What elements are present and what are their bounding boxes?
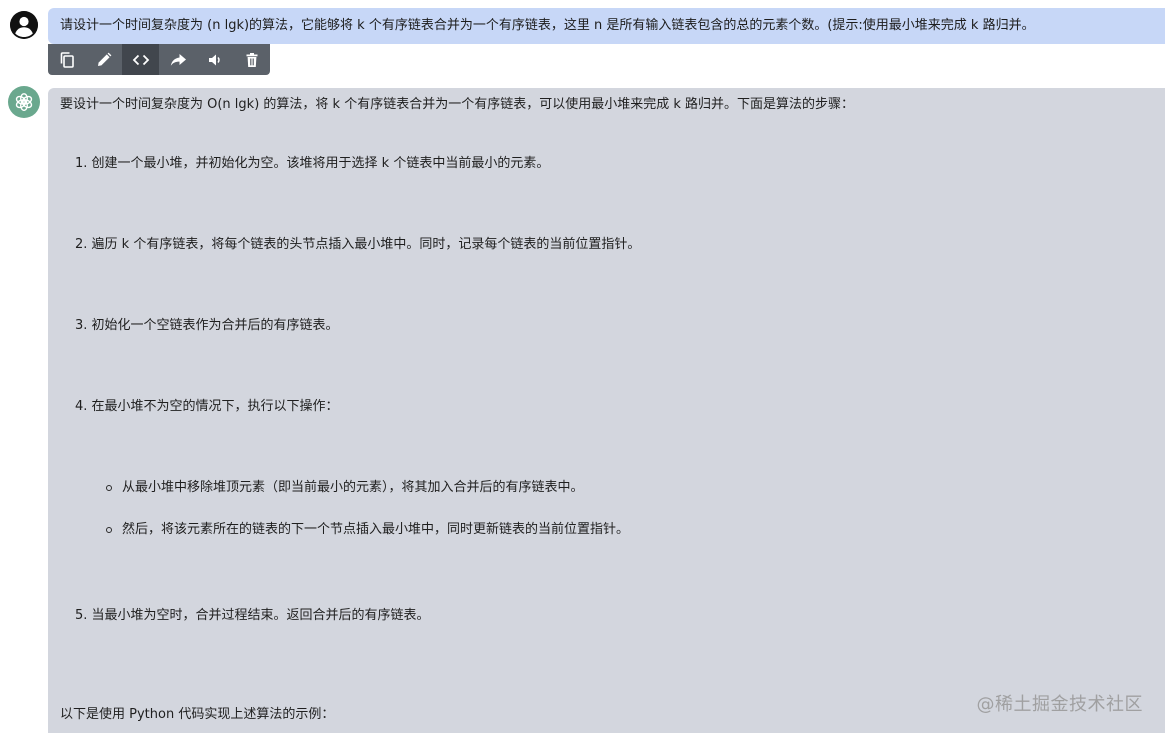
step-5: 5. 当最小堆为空时，合并过程结束。返回合并后的有序链表。 (75, 608, 430, 623)
pencil-icon (97, 52, 111, 66)
share-arrow-icon (170, 53, 186, 66)
speaker-icon (208, 54, 220, 65)
watermark: @稀土掘金技术社区 (976, 694, 1143, 715)
step-2: 2. 遍历 k 个有序链表，将每个链表的头节点插入最小堆中。同时，记录每个链表的… (75, 237, 641, 252)
bullet-icon (106, 527, 112, 533)
delete-button[interactable] (233, 44, 270, 75)
speak-button[interactable] (196, 44, 233, 75)
user-message: 请设计一个时间复杂度为 (n lgk)的算法，它能够将 k 个有序链表合并为一个… (48, 8, 1165, 44)
step-4: 4. 在最小堆不为空的情况下，执行以下操作： (75, 399, 339, 414)
user-avatar-icon (10, 11, 38, 39)
code-icon (132, 54, 149, 65)
edit-button[interactable] (85, 44, 122, 75)
substep-2: 然后，将该元素所在的链表的下一个节点插入最小堆中，同时更新链表的当前位置指针。 (122, 522, 630, 537)
share-button[interactable] (159, 44, 196, 75)
trash-icon (246, 52, 257, 67)
message-toolbar (48, 44, 270, 75)
chat-page: 请设计一个时间复杂度为 (n lgk)的算法，它能够将 k 个有序链表合并为一个… (0, 0, 1165, 733)
answer-intro: 要设计一个时间复杂度为 O(n lgk) 的算法，将 k 个有序链表合并为一个有… (60, 97, 854, 112)
user-message-text: 请设计一个时间复杂度为 (n lgk)的算法，它能够将 k 个有序链表合并为一个… (60, 18, 1035, 33)
bullet-icon (106, 485, 112, 491)
step-3: 3. 初始化一个空链表作为合并后的有序链表。 (75, 318, 339, 333)
step-1: 1. 创建一个最小堆，并初始化为空。该堆将用于选择 k 个链表中当前最小的元素。 (75, 156, 550, 171)
copy-button[interactable] (48, 44, 85, 75)
code-button[interactable] (122, 44, 159, 75)
assistant-avatar-icon (8, 86, 40, 118)
substep-1: 从最小堆中移除堆顶元素（即当前最小的元素），将其加入合并后的有序链表中。 (122, 480, 584, 495)
answer-outro: 以下是使用 Python 代码实现上述算法的示例： (60, 707, 335, 722)
copy-icon (60, 51, 74, 68)
assistant-message: 要设计一个时间复杂度为 O(n lgk) 的算法，将 k 个有序链表合并为一个有… (48, 88, 1165, 733)
